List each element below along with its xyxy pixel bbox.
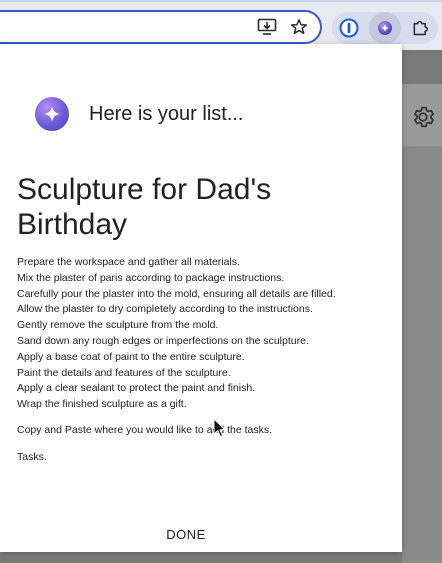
install-app-icon[interactable] — [254, 14, 280, 40]
task-item: Allow the plaster to dry completely acco… — [17, 303, 313, 316]
task-item: Apply a base coat of paint to the entire… — [17, 350, 245, 363]
mouse-cursor-icon — [213, 418, 227, 438]
gear-icon[interactable] — [410, 104, 436, 130]
puzzle-icon[interactable] — [408, 14, 434, 40]
task-item: Carefully pour the plaster into the mold… — [17, 287, 336, 300]
task-list: Prepare the workspace and gather all mat… — [17, 255, 397, 413]
1password-icon[interactable] — [336, 15, 362, 41]
task-item: Mix the plaster of paris according to pa… — [17, 271, 285, 284]
star-icon[interactable] — [286, 14, 312, 40]
task-item: Paint the details and features of the sc… — [17, 366, 231, 379]
copy-paste-instruction: Copy and Paste where you would like to a… — [17, 424, 273, 436]
sparkle-extension-icon[interactable] — [369, 12, 401, 44]
task-item: Apply a clear sealant to protect the pai… — [17, 382, 256, 395]
task-item: Sand down any rough edges or imperfectio… — [17, 334, 309, 347]
task-item: Gently remove the sculpture from the mol… — [17, 319, 219, 332]
task-item: Prepare the workspace and gather all mat… — [17, 256, 240, 268]
list-title: Sculpture for Dad's Birthday — [17, 173, 272, 241]
done-button[interactable]: DONE — [150, 522, 222, 546]
extension-popup: Here is your list... Sculpture for Dad's… — [0, 44, 402, 552]
tasks-label: Tasks. — [17, 451, 47, 463]
sparkle-logo-icon — [35, 97, 69, 131]
page-background — [402, 84, 442, 563]
task-item: Wrap the finished sculpture as a gift. — [17, 398, 187, 411]
greeting-text: Here is your list... — [89, 103, 244, 125]
browser-toolbar — [0, 0, 442, 50]
